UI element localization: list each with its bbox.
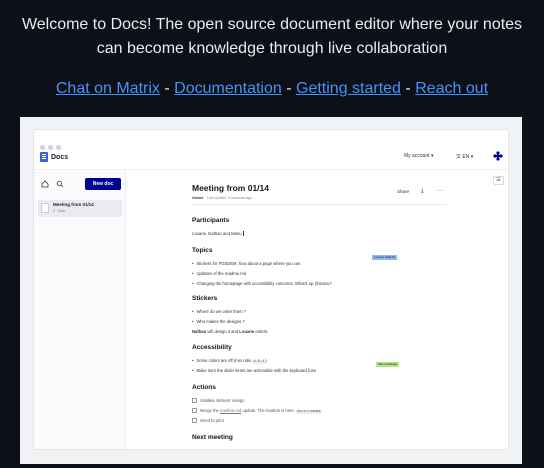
editor-area: ☰ Meeting from 01/14 Owner · Last update… [127, 171, 508, 449]
mention-nathan: Nathan [192, 329, 207, 334]
stickers-paragraph-end: orders. [254, 329, 269, 334]
language-selector[interactable]: 文 EN ▾ [456, 153, 473, 160]
accessibility-heading[interactable]: Accessibility [192, 344, 232, 351]
screenshot-frame: Docs My account ▾ 文 EN ▾ New doc Meeting… [20, 117, 522, 464]
sidebar: New doc Meeting from 01/14 2 · Now [34, 171, 126, 449]
sidebar-doc-subtitle: 2 · Now [53, 209, 66, 213]
accessibility-item-text: Some colors are off (min ratio [196, 358, 253, 363]
accessibility-item[interactable]: Make sure the slider items are actionabl… [192, 368, 316, 373]
link-separator: - [286, 80, 292, 97]
stickers-item[interactable]: Who makes the designs ? [192, 319, 244, 324]
welcome-line-1: Welcome to Docs! The open source documen… [21, 16, 523, 33]
more-options-icon[interactable]: ··· [437, 188, 443, 194]
new-doc-button[interactable]: New doc [85, 178, 121, 190]
participants-text[interactable]: Louane, Nathan and Manu [192, 231, 244, 237]
action-checkbox-item[interactable]: Merge the readme.md update. The readme i… [192, 408, 322, 414]
action-checkbox-item[interactable]: Validate stickers' design [192, 398, 244, 403]
collaborator-cursor-louane: Louane Ollando [372, 255, 398, 260]
accessibility-item-end: ) [265, 358, 267, 363]
link-separator: - [405, 80, 411, 97]
list-icon[interactable]: ☰ [493, 176, 504, 185]
app-window: Docs My account ▾ 文 EN ▾ New doc Meeting… [33, 129, 509, 450]
action-text: update. The readme is here: [241, 408, 297, 413]
inline-code: 4.5:1 [252, 360, 266, 364]
topic-item[interactable]: Stickers for FOSDEM, how about a page wh… [192, 261, 300, 266]
collaborator-cursor-manu: Manu Pelletier [376, 362, 400, 367]
inline-code: docs/readme [296, 410, 322, 414]
action-text: Merge the [200, 408, 221, 413]
home-icon[interactable] [41, 180, 49, 188]
translate-icon: 文 [456, 154, 462, 160]
actions-heading[interactable]: Actions [192, 384, 216, 391]
topic-item[interactable]: Changing the homepage with accessibility… [192, 281, 331, 286]
doc-owner: Owner [192, 196, 204, 200]
mention-louane: Louane [239, 329, 255, 334]
document-icon [41, 203, 49, 213]
participants-text-value: Louane, Nathan and Manu [192, 231, 242, 236]
gaufre-icon[interactable] [493, 151, 503, 161]
sidebar-doc-title: Meeting from 01/14 [53, 202, 94, 207]
stickers-item[interactable]: Where do we order them ? [192, 309, 246, 314]
doc-title[interactable]: Meeting from 01/14 [192, 183, 269, 193]
language-label: EN ▾ [462, 154, 474, 160]
link-separator: - [164, 80, 170, 97]
link-row: Chat on Matrix - Documentation - Getting… [0, 78, 544, 100]
accessibility-item[interactable]: Some colors are off (min ratio 4.5:1) [192, 358, 267, 364]
my-account-button[interactable]: My account ▾ [404, 153, 433, 159]
topics-heading[interactable]: Topics [192, 247, 212, 254]
reach-out-link[interactable]: Reach out [415, 80, 488, 97]
readme-link[interactable]: readme.md [220, 408, 241, 413]
header-divider [192, 204, 447, 205]
docs-logo-icon [40, 152, 48, 162]
documentation-link[interactable]: Documentation [174, 80, 282, 97]
next-meeting-heading[interactable]: Next meeting [192, 434, 233, 441]
text-cursor [242, 231, 244, 237]
logo-text: Docs [51, 153, 69, 161]
sidebar-doc-item[interactable]: Meeting from 01/14 2 · Now [38, 200, 122, 217]
docs-logo[interactable]: Docs [40, 151, 68, 163]
search-icon[interactable] [56, 180, 64, 188]
getting-started-link[interactable]: Getting started [296, 80, 401, 97]
matrix-link[interactable]: Chat on Matrix [56, 80, 160, 97]
stickers-paragraph-mid: will design it and [206, 329, 240, 334]
stickers-heading[interactable]: Stickers [192, 295, 217, 302]
doc-last-update: · Last update: 9 seconds ago [203, 196, 253, 200]
welcome-text: Welcome to Docs! The open source documen… [12, 13, 532, 61]
participants-heading[interactable]: Participants [192, 217, 229, 224]
action-checkbox-item[interactable]: Send to print [192, 418, 224, 423]
app-header: Docs My account ▾ 文 EN ▾ [34, 146, 508, 170]
topic-item[interactable]: Updates of the readme.md [192, 271, 246, 276]
stickers-paragraph[interactable]: Nathan will design it and Louane orders. [192, 329, 268, 334]
download-icon[interactable]: ⤓ [421, 188, 424, 195]
share-button[interactable]: Share [397, 189, 409, 194]
window-dots [40, 137, 64, 150]
welcome-line-2: can become knowledge through live collab… [96, 40, 448, 57]
doc-meta: Owner · Last update: 9 seconds ago [192, 196, 252, 200]
